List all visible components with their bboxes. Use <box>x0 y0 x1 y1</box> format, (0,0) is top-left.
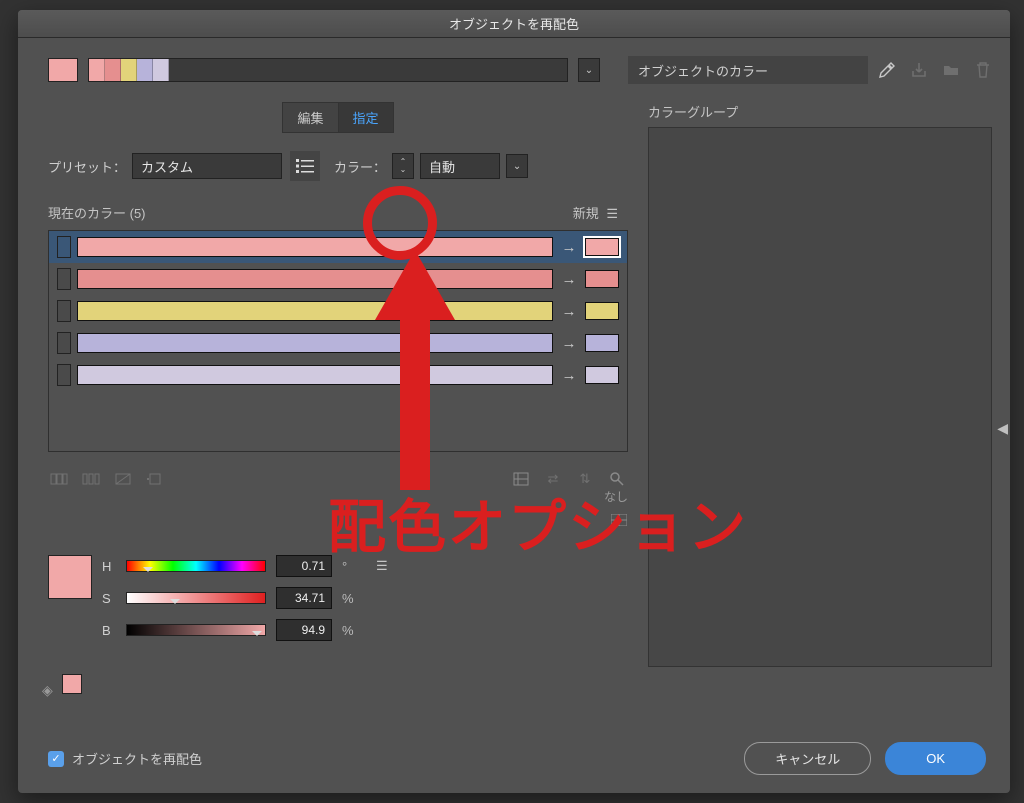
color-row[interactable]: → <box>49 327 627 359</box>
dialog-body: ⌄ オブジェクトのカラー <box>18 38 1010 685</box>
left-column: 編集 指定 プリセット： カスタム カラー： ⌃⌄ 自動 <box>48 102 628 667</box>
swatch-item[interactable] <box>153 59 169 81</box>
trash-icon[interactable] <box>974 61 992 79</box>
save-group-icon[interactable] <box>910 61 928 79</box>
s-label: S <box>102 591 116 606</box>
current-colors-label: 現在のカラー (5) <box>48 203 146 222</box>
row-source-bar[interactable] <box>77 269 553 289</box>
bri-row: B 94.9 % <box>102 619 392 641</box>
row-source-bar[interactable] <box>77 301 553 321</box>
swatch-dropdown[interactable]: ⌄ <box>578 58 600 82</box>
color-groups-label: カラーグループ <box>648 102 992 121</box>
preset-row: プリセット： カスタム カラー： ⌃⌄ 自動 ⌄ <box>48 151 628 181</box>
object-colors-label: オブジェクトのカラー <box>638 61 768 80</box>
row-target-swatch[interactable] <box>585 270 619 288</box>
annotation-text: 配色オプション <box>328 480 748 564</box>
checkbox-checked-icon: ✓ <box>48 751 64 767</box>
separate-icon[interactable] <box>82 470 100 488</box>
hue-input[interactable]: 0.71 <box>276 555 332 577</box>
exclude-icon[interactable] <box>114 470 132 488</box>
row-source-bar[interactable] <box>77 365 553 385</box>
columns: 編集 指定 プリセット： カスタム カラー： ⌃⌄ 自動 <box>48 102 992 667</box>
color-row[interactable]: → <box>49 231 627 263</box>
swatch-item[interactable] <box>137 59 153 81</box>
row-target-swatch[interactable] <box>585 334 619 352</box>
color-row[interactable]: → <box>49 263 627 295</box>
row-tools-left <box>48 466 166 492</box>
bri-input[interactable]: 94.9 <box>276 619 332 641</box>
recolor-dialog: オブジェクトを再配色 ⌄ オブジェクトのカラー <box>18 10 1010 793</box>
swatch-item[interactable] <box>105 59 121 81</box>
ok-button[interactable]: OK <box>885 742 986 775</box>
preset-label: プリセット： <box>48 157 126 176</box>
arrow-icon: → <box>559 335 579 352</box>
hsb-large-swatch[interactable] <box>48 555 92 599</box>
color-groups-list[interactable] <box>648 127 992 667</box>
colors-select[interactable]: 自動 <box>420 153 500 179</box>
collapse-triangle-icon[interactable]: ◀ <box>997 420 1008 437</box>
swatch-item[interactable] <box>89 59 105 81</box>
row-handle[interactable] <box>57 364 71 386</box>
arrow-icon: → <box>559 239 579 256</box>
b-label: B <box>102 623 116 638</box>
new-row-icon[interactable] <box>146 470 164 488</box>
preset-select[interactable]: カスタム <box>132 153 282 179</box>
hue-slider[interactable] <box>126 560 266 572</box>
row-target-swatch[interactable] <box>585 366 619 384</box>
dialog-titlebar[interactable]: オブジェクトを再配色 <box>18 10 1010 38</box>
row-target-swatch[interactable] <box>585 302 619 320</box>
colors-dropdown[interactable]: ⌄ <box>506 154 528 178</box>
dialog-title: オブジェクトを再配色 <box>449 14 579 33</box>
tab-edit[interactable]: 編集 <box>282 102 338 133</box>
color-row[interactable]: → <box>49 295 627 327</box>
sat-input[interactable]: 34.71 <box>276 587 332 609</box>
right-column: カラーグループ <box>648 102 992 667</box>
sat-slider[interactable] <box>126 592 266 604</box>
row-handle[interactable] <box>57 300 71 322</box>
merge-icon[interactable] <box>50 470 68 488</box>
arrow-icon: → <box>559 303 579 320</box>
colors-stepper[interactable]: ⌃⌄ <box>392 153 414 179</box>
row-target-swatch[interactable] <box>585 238 619 256</box>
top-icon-row <box>878 61 992 79</box>
hsb-block: H 0.71 ° ☰ S 34.71 % <box>48 555 628 641</box>
swatch-item[interactable] <box>121 59 137 81</box>
row-handle[interactable] <box>57 332 71 354</box>
dialog-footer: ✓ オブジェクトを再配色 キャンセル OK <box>48 742 986 775</box>
sat-row: S 34.71 % <box>102 587 392 609</box>
object-colors-field: オブジェクトのカラー <box>628 56 868 84</box>
colors-label: カラー： <box>334 157 386 176</box>
mini-swatch[interactable] <box>62 674 82 694</box>
mode-tabs: 編集 指定 <box>48 102 628 133</box>
swatch-strip[interactable] <box>88 58 568 82</box>
row-source-bar[interactable] <box>77 333 553 353</box>
h-label: H <box>102 559 116 574</box>
color-row[interactable]: → <box>49 359 627 391</box>
cube-icon[interactable]: ◈ <box>42 682 53 699</box>
eyedropper-icon[interactable] <box>878 61 896 79</box>
top-row: ⌄ オブジェクトのカラー <box>48 56 992 84</box>
new-label: 新規 <box>573 206 599 221</box>
arrow-icon: → <box>559 367 579 384</box>
row-handle[interactable] <box>57 268 71 290</box>
cancel-button[interactable]: キャンセル <box>744 742 871 775</box>
recolor-options-button[interactable] <box>290 151 320 181</box>
recolor-checkbox-label: オブジェクトを再配色 <box>72 749 202 768</box>
arrow-icon: → <box>559 271 579 288</box>
folder-icon[interactable] <box>942 61 960 79</box>
bri-unit: % <box>342 623 356 638</box>
list-menu-icon[interactable]: ☰ <box>602 206 622 221</box>
color-table: → → → <box>48 230 628 452</box>
tab-assign[interactable]: 指定 <box>339 102 394 133</box>
row-source-bar[interactable] <box>77 237 553 257</box>
active-color-swatch[interactable] <box>48 58 78 82</box>
sat-unit: % <box>342 591 356 606</box>
color-list-header: 現在のカラー (5) 新規 ☰ <box>48 203 628 222</box>
row-handle[interactable] <box>57 236 71 258</box>
recolor-checkbox[interactable]: ✓ オブジェクトを再配色 <box>48 749 202 768</box>
bri-slider[interactable] <box>126 624 266 636</box>
